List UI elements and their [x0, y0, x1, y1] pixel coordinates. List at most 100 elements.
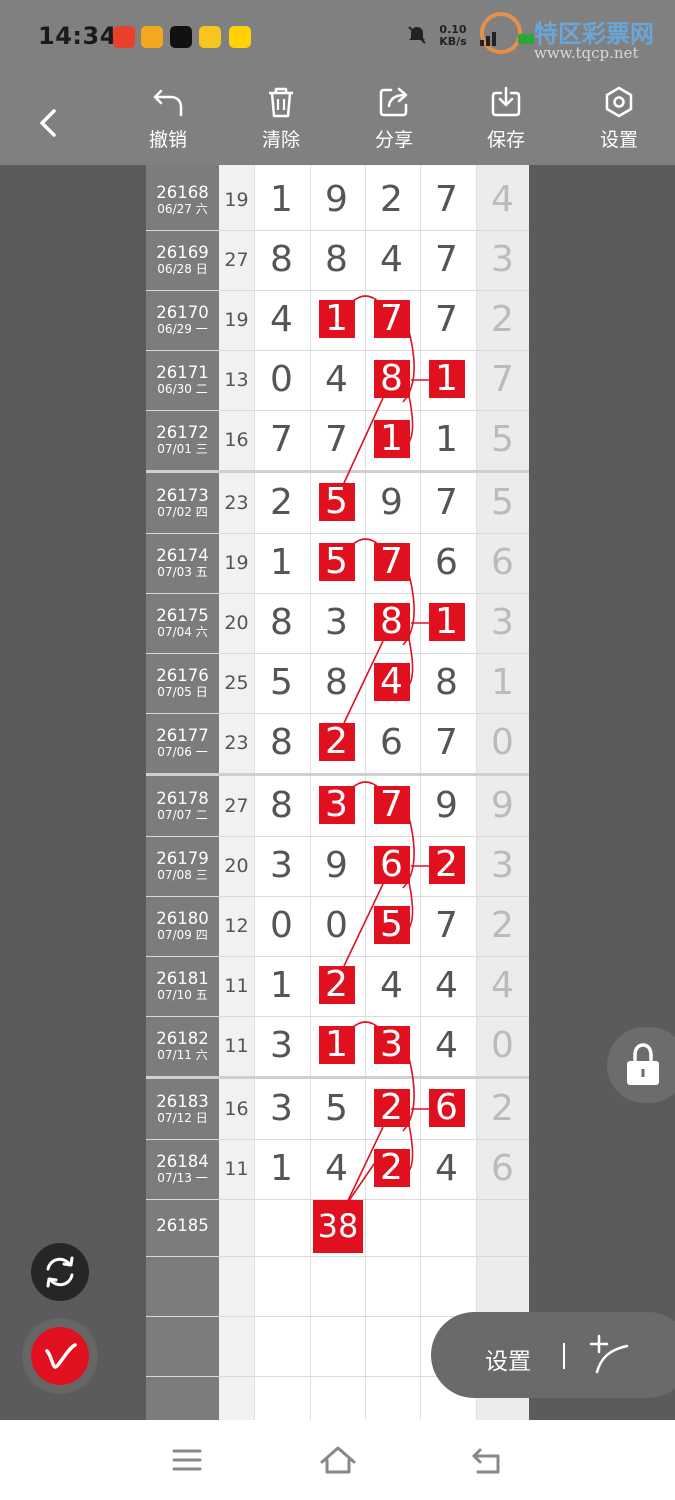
back-button[interactable] — [30, 103, 70, 143]
issue-date: 07/08 三 — [157, 868, 208, 882]
digit-cell[interactable]: 1 — [254, 170, 309, 230]
digit-cell[interactable]: 7 — [419, 230, 474, 290]
digit-cell[interactable]: 4 — [419, 1016, 474, 1076]
digit-cell[interactable]: 6 — [364, 836, 419, 896]
digit-cell[interactable]: 5 — [309, 533, 364, 593]
tail-cell: 6 — [491, 1148, 514, 1189]
digit-cell[interactable]: 2 — [364, 1079, 419, 1139]
digit-cell[interactable]: 2 — [309, 713, 364, 773]
back-nav-icon[interactable] — [470, 1446, 504, 1476]
digit-cell[interactable]: 1 — [254, 1139, 309, 1199]
digit-cell[interactable]: 7 — [309, 410, 364, 470]
home-icon[interactable] — [319, 1444, 357, 1478]
digit-cell[interactable]: 7 — [364, 290, 419, 350]
digit-cell[interactable]: 2 — [364, 170, 419, 230]
meituan-icon — [229, 26, 251, 48]
digit-cell[interactable]: 1 — [364, 410, 419, 470]
digit-cell[interactable]: 9 — [364, 473, 419, 533]
share-button[interactable]: 分享 — [359, 85, 429, 163]
digit-cell[interactable]: 4 — [419, 1139, 474, 1199]
digit-cell[interactable]: 9 — [309, 836, 364, 896]
digit-cell[interactable]: 7 — [364, 776, 419, 836]
digit-cell[interactable]: 1 — [419, 350, 474, 410]
digit-cell[interactable]: 7 — [419, 170, 474, 230]
digit-cell[interactable]: 8 — [254, 776, 309, 836]
digit-cell[interactable]: 4 — [364, 956, 419, 1016]
digit-cell[interactable]: 7 — [419, 290, 474, 350]
undo-icon — [153, 89, 183, 117]
undo-button[interactable]: 撤销 — [133, 85, 203, 163]
digit-cell[interactable]: 3 — [254, 836, 309, 896]
digit-cell[interactable]: 6 — [419, 1079, 474, 1139]
digit-cell[interactable]: 3 — [254, 1079, 309, 1139]
table-row: 26173 07/02 四 23 2 5 9 7 5 — [146, 473, 529, 533]
digit-cell[interactable]: 1 — [309, 290, 364, 350]
digit-cell[interactable]: 8 — [419, 653, 474, 713]
sum-cell: 19 — [224, 309, 249, 331]
tail-cell: 6 — [491, 542, 514, 583]
digit-cell[interactable]: 3 — [364, 1016, 419, 1076]
share-icon — [379, 87, 408, 117]
network-speed: 0.10 KB/s — [437, 24, 469, 48]
menu-icon[interactable] — [171, 1447, 203, 1473]
tail-cell: 3 — [491, 239, 514, 280]
digit-cell[interactable]: 4 — [254, 290, 309, 350]
table-row: 26176 07/05 日 25 5 8 4 8 1 — [146, 653, 529, 713]
digit-cell[interactable]: 4 — [419, 956, 474, 1016]
highlighted-digit: 2 — [373, 1089, 410, 1127]
pen-button[interactable] — [22, 1318, 98, 1394]
digit-cell[interactable]: 8 — [364, 593, 419, 653]
highlighted-digit: 6 — [373, 846, 410, 884]
digit-cell[interactable]: 4 — [364, 230, 419, 290]
digit-cell[interactable]: 7 — [364, 533, 419, 593]
digit-cell[interactable]: 1 — [254, 533, 309, 593]
digit-cell[interactable]: 5 — [309, 473, 364, 533]
digit-cell[interactable]: 1 — [419, 593, 474, 653]
digit-cell[interactable]: 2 — [254, 473, 309, 533]
add-line-icon[interactable] — [585, 1330, 635, 1380]
digit-cell[interactable]: 9 — [419, 776, 474, 836]
mute-icon — [406, 24, 428, 52]
digit-cell[interactable]: 1 — [419, 410, 474, 470]
digit-cell[interactable]: 8 — [309, 230, 364, 290]
digit-cell[interactable]: 4 — [309, 1139, 364, 1199]
clear-button[interactable]: 清除 — [246, 85, 316, 163]
digit-cell[interactable]: 2 — [309, 956, 364, 1016]
digit-cell[interactable]: 0 — [254, 896, 309, 956]
digit-cell[interactable]: 7 — [419, 713, 474, 773]
settings-button[interactable]: 设置 — [584, 85, 654, 163]
rotate-button[interactable] — [31, 1243, 89, 1301]
digit-cell[interactable]: 6 — [364, 713, 419, 773]
digit-cell[interactable]: 0 — [309, 896, 364, 956]
digit-cell[interactable]: 4 — [309, 350, 364, 410]
digit-cell[interactable]: 9 — [309, 170, 364, 230]
digit-cell[interactable]: 1 — [309, 1016, 364, 1076]
digit-cell[interactable]: 3 — [254, 1016, 309, 1076]
digit-cell[interactable]: 2 — [364, 1139, 419, 1199]
digit-cell[interactable]: 8 — [254, 230, 309, 290]
lock-button[interactable] — [607, 1027, 675, 1103]
digit-cell[interactable]: 1 — [254, 956, 309, 1016]
table-row: 26171 06/30 二 13 0 4 8 1 7 — [146, 350, 529, 410]
sum-cell: 11 — [224, 975, 249, 997]
digit-cell[interactable]: 3 — [309, 776, 364, 836]
digit-cell[interactable]: 7 — [419, 896, 474, 956]
digit-cell[interactable]: 6 — [419, 533, 474, 593]
grid-hline — [146, 1256, 529, 1257]
tail-cell: 4 — [491, 965, 514, 1006]
digit-cell[interactable]: 8 — [254, 593, 309, 653]
digit-cell[interactable]: 5 — [364, 896, 419, 956]
digit-cell[interactable]: 7 — [419, 473, 474, 533]
digit-cell[interactable]: 2 — [419, 836, 474, 896]
digit-cell[interactable]: 8 — [364, 350, 419, 410]
digit-cell[interactable]: 3 — [309, 593, 364, 653]
floating-settings-button[interactable]: 设置 — [485, 1342, 531, 1376]
digit-cell[interactable]: 7 — [254, 410, 309, 470]
digit-cell[interactable]: 8 — [309, 653, 364, 713]
digit-cell[interactable]: 0 — [254, 350, 309, 410]
digit-cell[interactable]: 5 — [309, 1079, 364, 1139]
digit-cell[interactable]: 5 — [254, 653, 309, 713]
save-button[interactable]: 保存 — [471, 85, 541, 163]
digit-cell[interactable]: 8 — [254, 713, 309, 773]
digit-cell[interactable]: 4 — [364, 653, 419, 713]
